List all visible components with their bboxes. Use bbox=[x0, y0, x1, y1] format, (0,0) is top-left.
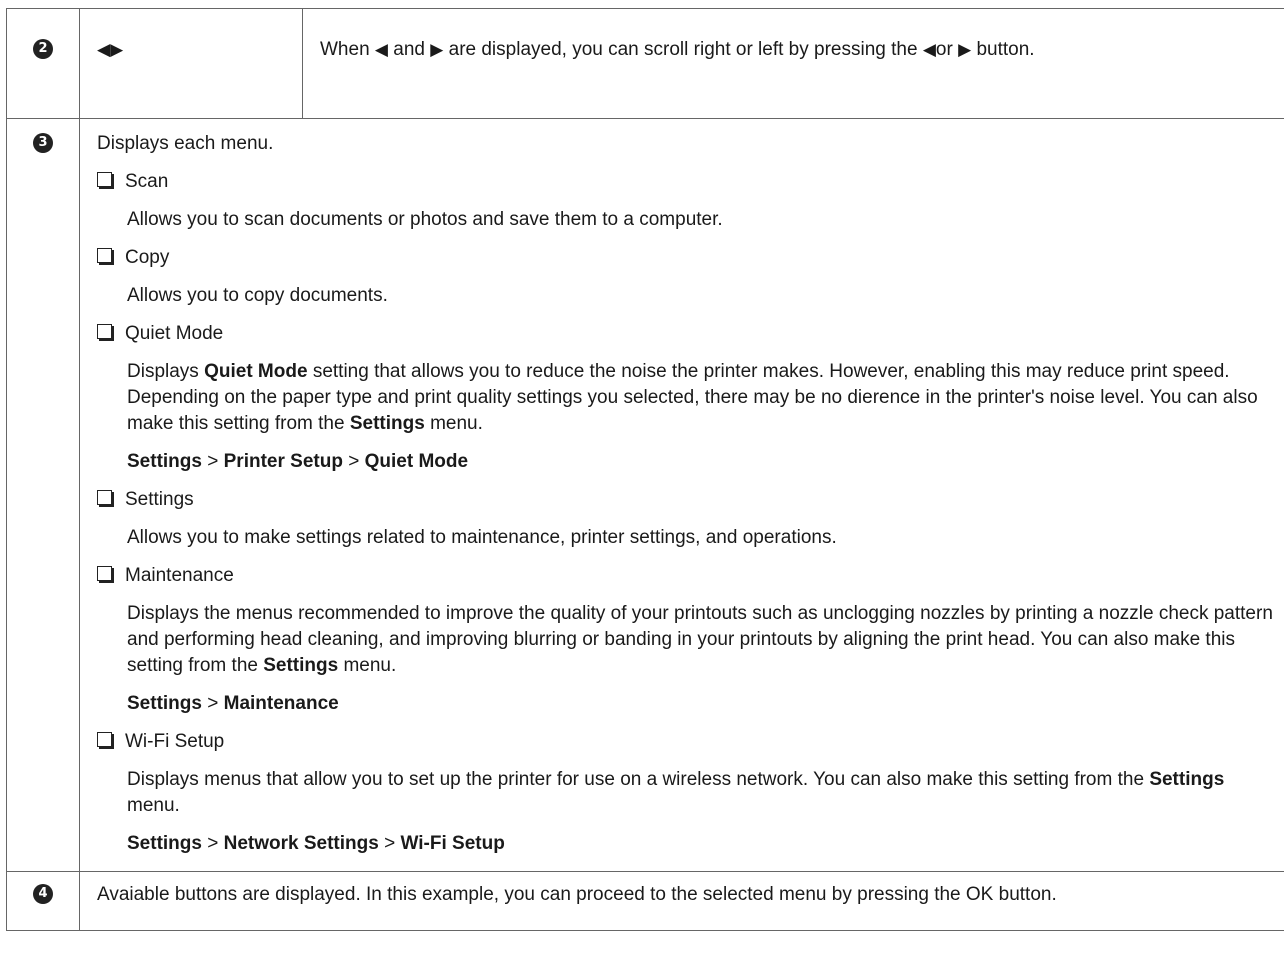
row-2-number-cell: 2 bbox=[6, 8, 80, 119]
menu-list-cell: Displays each menu. Scan Allows you to s… bbox=[79, 118, 1284, 872]
arrows-description: When ◀ and ▶ are displayed, you can scro… bbox=[302, 8, 1284, 119]
list-item-title: Scan bbox=[97, 169, 1275, 195]
row-3: 3 Displays each menu. Scan Allows you to… bbox=[6, 118, 1284, 872]
checkbox-bullet-icon bbox=[97, 172, 112, 187]
number-2-badge: 2 bbox=[33, 39, 53, 59]
number-3-badge: 3 bbox=[33, 133, 53, 153]
list-item-title: Quiet Mode bbox=[97, 321, 1275, 347]
description-table: 2 ◀▶ When ◀ and ▶ are displayed, you can… bbox=[6, 8, 1284, 931]
list-item-body: Allows you to make settings related to m… bbox=[127, 527, 837, 548]
list-item-body: Displays Quiet Mode setting that allows … bbox=[127, 361, 1258, 434]
left-arrow-icon: ◀ bbox=[374, 40, 388, 60]
right-arrow-icon: ▶ bbox=[958, 40, 972, 60]
right-arrow-icon: ▶ bbox=[430, 40, 444, 60]
row-4: 4 Avaiable buttons are displayed. In thi… bbox=[6, 871, 1284, 931]
number-4-badge: 4 bbox=[33, 884, 53, 904]
menu-path: Settings > Network Settings > Wi-Fi Setu… bbox=[127, 833, 505, 854]
checkbox-bullet-icon bbox=[97, 248, 112, 263]
list-item-title: Settings bbox=[97, 487, 1275, 513]
left-arrow-icon: ◀ bbox=[922, 40, 936, 60]
list-item-body: Allows you to copy documents. bbox=[127, 285, 388, 306]
list-item-body: Displays menus that allow you to set up … bbox=[127, 769, 1225, 816]
menu-intro: Displays each menu. bbox=[97, 133, 274, 154]
checkbox-bullet-icon bbox=[97, 732, 112, 747]
menu-path: Settings > Printer Setup > Quiet Mode bbox=[127, 451, 469, 472]
row-2: 2 ◀▶ When ◀ and ▶ are displayed, you can… bbox=[6, 8, 1284, 119]
checkbox-bullet-icon bbox=[97, 490, 112, 505]
menu-path: Settings > Maintenance bbox=[127, 693, 339, 714]
list-item-body: Displays the menus recommended to improv… bbox=[127, 603, 1273, 676]
list-item-body: Allows you to scan documents or photos a… bbox=[127, 209, 723, 230]
list-item-title: Maintenance bbox=[97, 563, 1275, 589]
arrows-cell: ◀▶ bbox=[79, 8, 303, 119]
buttons-description: Avaiable buttons are displayed. In this … bbox=[79, 871, 1284, 931]
left-right-arrows-icon: ◀▶ bbox=[97, 40, 124, 60]
list-item-title: Wi-Fi Setup bbox=[97, 729, 1275, 755]
checkbox-bullet-icon bbox=[97, 566, 112, 581]
list-item-title: Copy bbox=[97, 245, 1275, 271]
row-4-number-cell: 4 bbox=[6, 871, 80, 931]
checkbox-bullet-icon bbox=[97, 324, 112, 339]
row-3-number-cell: 3 bbox=[6, 118, 80, 872]
